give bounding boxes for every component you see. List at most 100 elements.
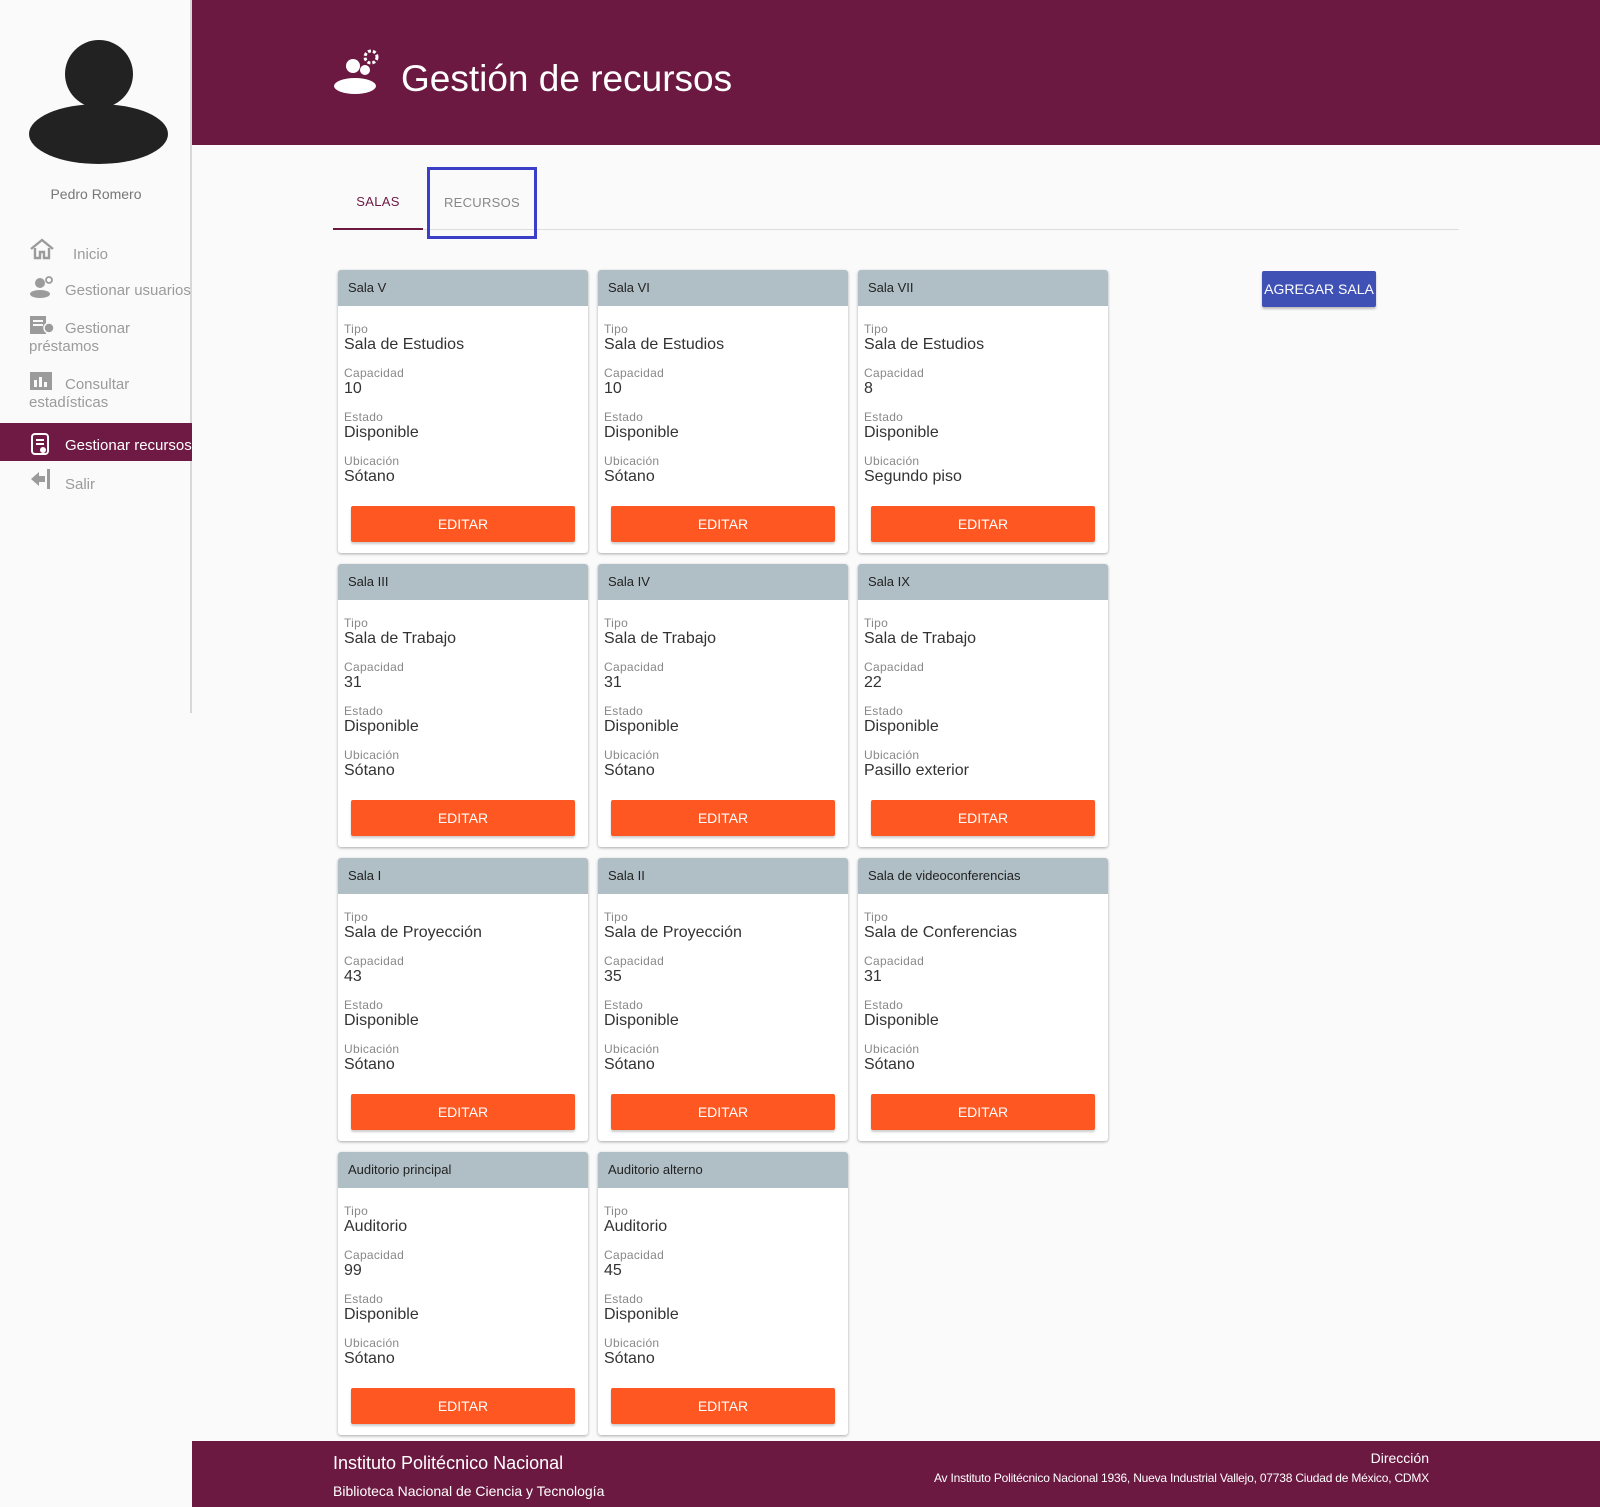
ubicacion-label: Ubicación xyxy=(604,454,660,468)
room-card-body: Tipo Sala de Trabajo Capacidad 31 Estado Disp… xyxy=(338,600,588,780)
estado-value: Disponible xyxy=(864,1012,939,1029)
capacidad-label: Capacidad xyxy=(344,954,405,968)
sidebar-item-inicio[interactable]: Inicio xyxy=(0,238,192,264)
page-header: Gestión de recursos xyxy=(192,0,1600,145)
ubicacion-label: Ubicación xyxy=(864,748,920,762)
footer-institution: Instituto Politécnico Nacional xyxy=(333,1453,564,1473)
ubicacion-value: Sótano xyxy=(604,468,655,485)
capacidad-label: Capacidad xyxy=(604,366,665,380)
users-gear-icon xyxy=(29,276,55,298)
room-card: Sala IX Tipo Sala de Trabajo Capacidad 22 Est… xyxy=(858,564,1108,847)
tipo-label: Tipo xyxy=(864,616,889,630)
capacidad-label: Capacidad xyxy=(864,954,925,968)
estado-label: Estado xyxy=(344,704,384,718)
logout-icon xyxy=(29,468,55,490)
room-card-title: Sala IX xyxy=(858,564,1108,600)
tipo-label: Tipo xyxy=(344,1204,369,1218)
ubicacion-value: Sótano xyxy=(344,1056,395,1073)
edit-room-button[interactable]: EDITAR xyxy=(351,1094,575,1130)
edit-room-button[interactable]: EDITAR xyxy=(351,1388,575,1424)
room-card: Auditorio alterno Tipo Auditorio Capacidad 4… xyxy=(598,1152,848,1435)
tipo-label: Tipo xyxy=(864,322,889,336)
room-card-title: Sala IV xyxy=(598,564,848,600)
edit-room-button[interactable]: EDITAR xyxy=(351,800,575,836)
estado-value: Disponible xyxy=(604,1306,679,1323)
resources-people-gear-icon xyxy=(333,48,383,94)
tipo-value: Sala de Trabajo xyxy=(864,630,977,647)
avatar-body xyxy=(29,104,168,164)
tipo-label: Tipo xyxy=(344,616,369,630)
edit-room-button[interactable]: EDITAR xyxy=(611,800,835,836)
room-card-title: Sala de videoconferencias xyxy=(858,858,1108,894)
estado-value: Disponible xyxy=(604,718,679,735)
ubicacion-label: Ubicación xyxy=(864,1042,920,1056)
edit-room-button[interactable]: EDITAR xyxy=(611,1388,835,1424)
capacidad-value: 10 xyxy=(344,380,362,397)
add-room-button[interactable]: AGREGAR SALA xyxy=(1262,271,1376,307)
estado-label: Estado xyxy=(864,998,904,1012)
tipo-value: Sala de Estudios xyxy=(864,336,985,353)
estado-label: Estado xyxy=(604,1292,644,1306)
resources-icon xyxy=(29,431,55,455)
room-card-title: Auditorio principal xyxy=(338,1152,588,1188)
tipo-value: Sala de Proyección xyxy=(604,924,742,941)
tipo-value: Sala de Trabajo xyxy=(344,630,457,647)
tipo-label: Tipo xyxy=(344,910,369,924)
estado-value: Disponible xyxy=(864,718,939,735)
room-card-body: Tipo Auditorio Capacidad 45 Estado Disponible… xyxy=(598,1188,848,1368)
edit-room-button[interactable]: EDITAR xyxy=(351,506,575,542)
tipo-value: Sala de Proyección xyxy=(344,924,482,941)
tipo-label: Tipo xyxy=(604,1204,629,1218)
room-card-title: Sala V xyxy=(338,270,588,306)
edit-room-button[interactable]: EDITAR xyxy=(611,1094,835,1130)
sidebar-item-gestionar-usuarios[interactable]: Gestionar usuarios xyxy=(0,276,192,300)
ubicacion-value: Pasillo exterior xyxy=(864,762,969,779)
sidebar-item-salir[interactable]: Salir xyxy=(0,468,192,494)
room-card: Auditorio principal Tipo Auditorio Capacida… xyxy=(338,1152,588,1435)
ubicacion-label: Ubicación xyxy=(604,1336,660,1350)
estado-label: Estado xyxy=(604,998,644,1012)
tipo-value: Sala de Estudios xyxy=(344,336,465,353)
edit-room-button[interactable]: EDITAR xyxy=(611,506,835,542)
avatar-head xyxy=(65,40,133,108)
room-card: Sala IV Tipo Sala de Trabajo Capacidad 31 Est… xyxy=(598,564,848,847)
ubicacion-value: Sótano xyxy=(604,1350,655,1367)
capacidad-label: Capacidad xyxy=(344,660,405,674)
home-icon xyxy=(29,238,55,260)
capacidad-label: Capacidad xyxy=(604,660,665,674)
room-card-title: Auditorio alterno xyxy=(598,1152,848,1188)
estado-label: Estado xyxy=(344,998,384,1012)
tipo-label: Tipo xyxy=(604,616,629,630)
room-card-body: Tipo Sala de Estudios Capacidad 10 Estado Dis… xyxy=(338,306,588,486)
estado-value: Disponible xyxy=(864,424,939,441)
tipo-value: Sala de Trabajo xyxy=(604,630,717,647)
capacidad-value: 31 xyxy=(864,968,882,985)
ubicacion-value: Sótano xyxy=(604,762,655,779)
room-card: Sala VI Tipo Sala de Estudios Capacidad 10 Es… xyxy=(598,270,848,553)
edit-room-button[interactable]: EDITAR xyxy=(871,800,1095,836)
tipo-value: Sala de Estudios xyxy=(604,336,725,353)
room-card-title: Sala III xyxy=(338,564,588,600)
sidebar-item-gestionar-recursos[interactable]: Gestionar recursos xyxy=(0,423,192,461)
ubicacion-label: Ubicación xyxy=(344,1042,400,1056)
capacidad-value: 22 xyxy=(864,674,882,691)
room-card-body: Tipo Sala de Proyección Capacidad 43 Estado D… xyxy=(338,894,588,1074)
room-card-body: Tipo Sala de Proyección Capacidad 35 Estado D… xyxy=(598,894,848,1074)
ubicacion-value: Sótano xyxy=(604,1056,655,1073)
room-card-title: Sala I xyxy=(338,858,588,894)
room-card-title: Sala II xyxy=(598,858,848,894)
estado-value: Disponible xyxy=(344,1012,419,1029)
tab-salas[interactable]: SALAS xyxy=(333,166,423,230)
ubicacion-value: Segundo piso xyxy=(864,468,962,485)
sidebar-item-consultar-estadisticas[interactable]: Consultar estadísticas xyxy=(0,370,192,412)
tab-recursos[interactable]: RECURSOS xyxy=(427,167,537,239)
room-card: Sala II Tipo Sala de Proyección Capacidad 35… xyxy=(598,858,848,1141)
edit-room-button[interactable]: EDITAR xyxy=(871,506,1095,542)
capacidad-value: 35 xyxy=(604,968,622,985)
tipo-value: Auditorio xyxy=(344,1218,408,1235)
user-name: Pedro Romero xyxy=(50,186,142,202)
room-card-body: Tipo Auditorio Capacidad 99 Estado Disponible… xyxy=(338,1188,588,1368)
edit-room-button[interactable]: EDITAR xyxy=(871,1094,1095,1130)
sidebar-item-gestionar-prestamos[interactable]: Gestionar préstamos xyxy=(0,314,192,356)
tab-bar: SALAS RECURSOS xyxy=(333,166,1459,239)
